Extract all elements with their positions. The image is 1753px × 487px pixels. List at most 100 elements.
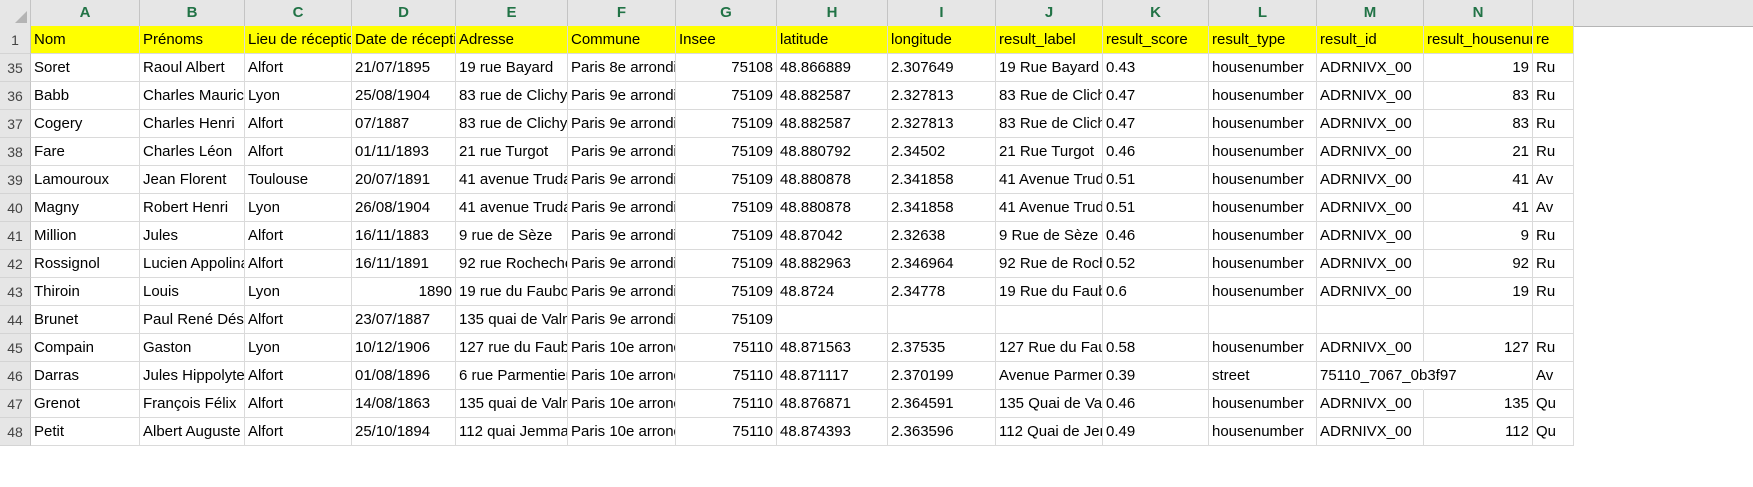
column-header-h[interactable]: H [777, 0, 888, 26]
column-header-m[interactable]: M [1317, 0, 1424, 26]
table-cell[interactable]: Million [31, 222, 140, 250]
table-cell[interactable]: Paris 8e arrondissement [568, 54, 676, 82]
header-cell[interactable]: result_id [1317, 26, 1424, 54]
table-cell[interactable]: 41 [1424, 166, 1533, 194]
table-cell[interactable]: 41 [1424, 194, 1533, 222]
column-header-n[interactable]: N [1424, 0, 1533, 26]
table-cell[interactable]: 6 rue Parmentier [456, 362, 568, 390]
table-cell[interactable]: 9 [1424, 222, 1533, 250]
column-header-f[interactable]: F [568, 0, 676, 26]
row-number[interactable]: 47 [0, 390, 31, 418]
header-cell[interactable]: Lieu de réception [245, 26, 352, 54]
table-cell[interactable]: Alfort [245, 138, 352, 166]
row-number[interactable]: 46 [0, 362, 31, 390]
column-header-j[interactable]: J [996, 0, 1103, 26]
table-cell[interactable]: 48.880792 [777, 138, 888, 166]
table-cell[interactable]: ADRNIVX_00 [1317, 250, 1424, 278]
table-cell[interactable]: 48.882587 [777, 110, 888, 138]
table-cell[interactable]: Thiroin [31, 278, 140, 306]
table-cell[interactable] [1424, 306, 1533, 334]
table-cell[interactable]: 9 rue de Sèze [456, 222, 568, 250]
row-number[interactable]: 43 [0, 278, 31, 306]
row-number[interactable]: 37 [0, 110, 31, 138]
table-cell[interactable]: 48.882587 [777, 82, 888, 110]
table-cell[interactable]: Cogery [31, 110, 140, 138]
table-cell[interactable]: Ru [1533, 222, 1574, 250]
row-number[interactable]: 38 [0, 138, 31, 166]
table-cell[interactable]: ADRNIVX_00 [1317, 222, 1424, 250]
table-cell[interactable]: Paris 9e arrondissement [568, 250, 676, 278]
table-cell[interactable]: housenumber [1209, 222, 1317, 250]
table-cell[interactable]: Darras [31, 362, 140, 390]
table-cell[interactable]: 20/07/1891 [352, 166, 456, 194]
table-cell[interactable]: 25/10/1894 [352, 418, 456, 446]
table-cell[interactable]: Av [1533, 194, 1574, 222]
table-cell[interactable]: 41 avenue Trudaine [456, 194, 568, 222]
table-cell[interactable]: 83 rue de Clichy [456, 82, 568, 110]
table-cell[interactable]: 92 Rue de Rochechouart [996, 250, 1103, 278]
table-cell[interactable]: Babb [31, 82, 140, 110]
column-header-e[interactable]: E [456, 0, 568, 26]
header-cell[interactable]: longitude [888, 26, 996, 54]
column-header-b[interactable]: B [140, 0, 245, 26]
table-cell[interactable]: Compain [31, 334, 140, 362]
row-number[interactable]: 36 [0, 82, 31, 110]
table-cell[interactable]: 16/11/1891 [352, 250, 456, 278]
table-cell[interactable]: 19 [1424, 54, 1533, 82]
column-header-d[interactable]: D [352, 0, 456, 26]
table-cell[interactable]: ADRNIVX_00 [1317, 278, 1424, 306]
table-cell[interactable]: 41 Avenue Trudaine [996, 194, 1103, 222]
table-cell[interactable]: Charles Maurice [140, 82, 245, 110]
table-cell[interactable]: 21 rue Turgot [456, 138, 568, 166]
row-number[interactable]: 42 [0, 250, 31, 278]
table-cell[interactable]: François Félix [140, 390, 245, 418]
table-cell[interactable]: 83 Rue de Clichy [996, 82, 1103, 110]
table-cell[interactable]: Lyon [245, 278, 352, 306]
column-header-o[interactable] [1533, 0, 1574, 26]
header-cell[interactable]: Commune [568, 26, 676, 54]
table-cell[interactable] [1317, 306, 1424, 334]
column-header-c[interactable]: C [245, 0, 352, 26]
table-cell[interactable]: Brunet [31, 306, 140, 334]
table-cell[interactable]: 21 Rue Turgot [996, 138, 1103, 166]
table-cell[interactable]: ADRNIVX_00 [1317, 194, 1424, 222]
table-cell[interactable]: Rossignol [31, 250, 140, 278]
table-cell[interactable]: Qu [1533, 418, 1574, 446]
table-cell[interactable]: ADRNIVX_00 [1317, 390, 1424, 418]
table-cell[interactable] [996, 306, 1103, 334]
header-cell[interactable]: Date de réception [352, 26, 456, 54]
table-cell[interactable]: 2.341858 [888, 166, 996, 194]
table-cell[interactable]: 75109 [676, 194, 777, 222]
table-cell[interactable]: 0.46 [1103, 390, 1209, 418]
table-cell[interactable]: 10/12/1906 [352, 334, 456, 362]
table-cell[interactable]: Ru [1533, 54, 1574, 82]
table-cell[interactable]: 21/07/1895 [352, 54, 456, 82]
table-cell[interactable]: Toulouse [245, 166, 352, 194]
table-cell[interactable]: 92 [1424, 250, 1533, 278]
table-cell[interactable]: 0.6 [1103, 278, 1209, 306]
table-cell[interactable]: 83 [1424, 110, 1533, 138]
table-cell[interactable]: 19 Rue Bayard [996, 54, 1103, 82]
table-cell[interactable]: 23/07/1887 [352, 306, 456, 334]
table-cell[interactable]: Lyon [245, 82, 352, 110]
table-cell[interactable]: 07/1887 [352, 110, 456, 138]
table-cell[interactable]: Petit [31, 418, 140, 446]
table-cell[interactable]: Jean Florent [140, 166, 245, 194]
table-cell[interactable]: Paris 9e arrondissement [568, 194, 676, 222]
table-cell[interactable]: 19 rue du Faubourg [456, 278, 568, 306]
table-cell[interactable]: 92 rue Rochechouart [456, 250, 568, 278]
table-cell[interactable]: Ru [1533, 334, 1574, 362]
table-cell[interactable]: Ru [1533, 278, 1574, 306]
table-cell[interactable]: housenumber [1209, 250, 1317, 278]
table-cell[interactable]: Paris 10e arrondissement [568, 418, 676, 446]
table-cell[interactable]: 75109 [676, 306, 777, 334]
table-cell[interactable]: Paris 9e arrondissement [568, 166, 676, 194]
table-cell[interactable]: Alfort [245, 222, 352, 250]
table-cell[interactable]: ADRNIVX_00 [1317, 110, 1424, 138]
table-cell[interactable]: ADRNIVX_00 [1317, 138, 1424, 166]
table-cell[interactable]: Lucien Appolinaire [140, 250, 245, 278]
table-cell[interactable] [1533, 306, 1574, 334]
table-cell[interactable]: Albert Auguste [140, 418, 245, 446]
table-cell[interactable]: housenumber [1209, 278, 1317, 306]
table-cell[interactable]: housenumber [1209, 194, 1317, 222]
